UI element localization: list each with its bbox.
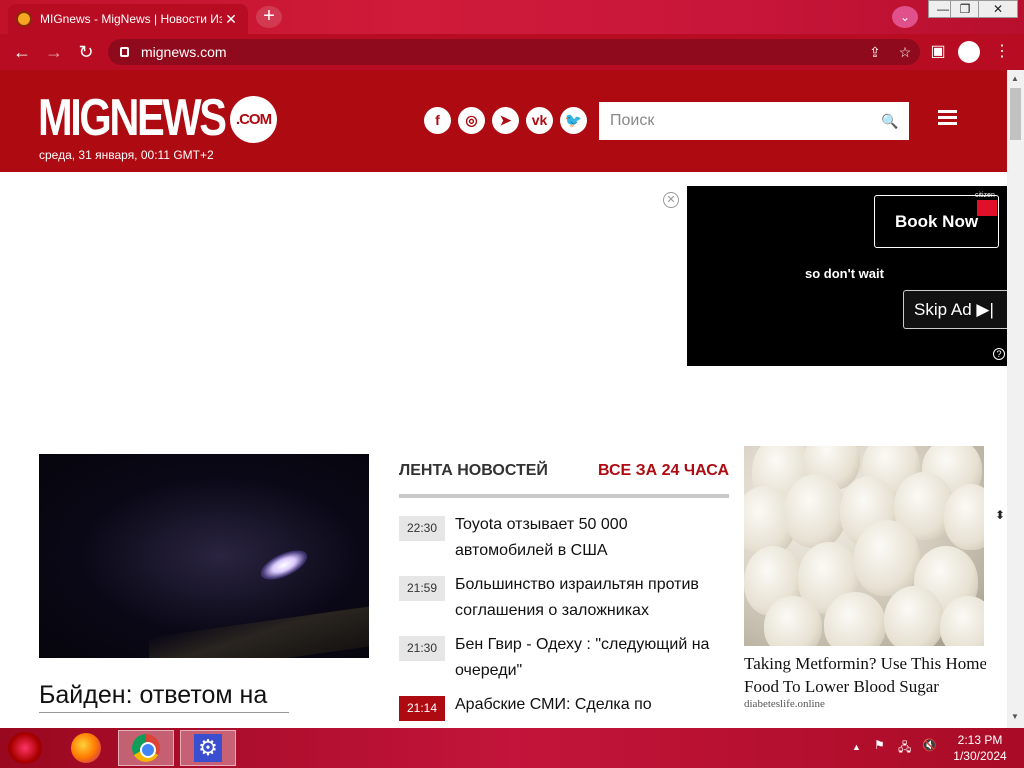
taskbar-settings[interactable]: ⚙: [180, 730, 236, 766]
forward-arrow-icon[interactable]: →: [42, 40, 66, 64]
facebook-icon[interactable]: f: [424, 107, 451, 134]
social-links: f ◎ ➤ vk 🐦: [424, 107, 587, 134]
search-icon[interactable]: 🔍: [871, 102, 909, 140]
side-panel-icon[interactable]: ▣: [926, 40, 950, 64]
windows-taskbar: ⚙ ▲ ⚑ 🖧 🔇 2:13 PM 1/30/2024: [0, 728, 1024, 768]
sponsored-article-source: diabeteslife.online: [744, 698, 825, 710]
hero-image-ground: [149, 606, 369, 658]
resize-handle-icon[interactable]: ⬍: [995, 508, 1005, 522]
scroll-thumb[interactable]: [1010, 88, 1021, 140]
mignews-favicon-icon: [16, 11, 32, 27]
news-feed-headline[interactable]: Большинство израильтян против соглашения…: [455, 572, 727, 624]
clock-time: 2:13 PM: [957, 733, 1003, 747]
lock-icon[interactable]: [120, 47, 129, 57]
tray-flag-icon[interactable]: ⚑: [874, 738, 885, 752]
instagram-icon[interactable]: ◎: [458, 107, 485, 134]
start-button[interactable]: [8, 732, 42, 764]
taskbar-chrome[interactable]: [118, 730, 174, 766]
news-feed-all-link[interactable]: ВСЕ ЗА 24 ЧАСА: [598, 462, 729, 480]
ad-help-icon[interactable]: ?: [993, 348, 1005, 360]
sponsored-title-line-2[interactable]: Food To Lower Blood Sugar: [744, 675, 986, 698]
hamburger-menu-icon[interactable]: [938, 110, 957, 126]
sponsored-title-line-1[interactable]: Taking Metformin? Use This Home: [744, 652, 986, 675]
hero-article-image[interactable]: [39, 454, 369, 658]
new-tab-button[interactable]: +: [256, 6, 282, 28]
search-input[interactable]: [599, 103, 871, 139]
news-feed-header: ЛЕНТА НОВОСТЕЙ ВСЕ ЗА 24 ЧАСА: [399, 462, 729, 498]
share-icon[interactable]: ⇪: [860, 44, 890, 61]
ad-skip-button[interactable]: Skip Ad ▶|: [903, 290, 1007, 329]
page-scrollbar[interactable]: ▲ ▼: [1007, 70, 1024, 728]
reload-icon[interactable]: ↻: [74, 40, 98, 64]
sponsored-article-image[interactable]: [744, 446, 984, 646]
site-date: среда, 31 января, 00:11 GMT+2: [39, 148, 214, 162]
scroll-up-arrow-icon[interactable]: ▲: [1011, 74, 1019, 83]
news-feed-time: 21:59: [399, 576, 445, 601]
tab-close-icon[interactable]: ✕: [222, 11, 240, 28]
browser-toolbar: ← → ↻ mignews.com ⇪ ☆ ▣ ⋮: [0, 34, 1024, 70]
tab-search-button[interactable]: ⌄: [892, 6, 918, 28]
news-feed-time: 21:14: [399, 696, 445, 721]
ad-book-now-button[interactable]: Book Now: [874, 195, 999, 248]
browser-tab-strip: MIGnews - MigNews | Новости Израиля ✕ + …: [0, 0, 1024, 34]
sponsored-article-title[interactable]: Taking Metformin? Use This Home Food To …: [744, 652, 986, 698]
hero-image-flare: [256, 544, 312, 586]
chrome-icon: [132, 734, 160, 762]
telegram-icon[interactable]: ➤: [492, 107, 519, 134]
bookmark-star-icon[interactable]: ☆: [890, 44, 920, 61]
browser-menu-icon[interactable]: ⋮: [990, 40, 1014, 64]
tab-title: MIGnews - MigNews | Новости Израиля: [40, 12, 222, 26]
back-arrow-icon[interactable]: ←: [10, 40, 34, 64]
news-feed-headline[interactable]: Toyota отзывает 50 000 автомобилей в США: [455, 512, 727, 564]
news-feed-time: 21:30: [399, 636, 445, 661]
ad-caption: so don't wait: [805, 266, 884, 281]
site-logo-com[interactable]: .COM: [230, 96, 277, 143]
scroll-down-arrow-icon[interactable]: ▼: [1011, 712, 1019, 721]
vk-icon[interactable]: vk: [526, 107, 553, 134]
window-close-button[interactable]: ✕: [978, 0, 1018, 18]
news-feed-headline[interactable]: Бен Гвир - Одеху : "следующий на очереди…: [455, 632, 727, 684]
window-restore-button[interactable]: ❐: [950, 0, 980, 18]
twitter-icon[interactable]: 🐦: [560, 107, 587, 134]
news-feed-headline[interactable]: Арабские СМИ: Сделка по: [455, 692, 727, 718]
news-feed-label: ЛЕНТА НОВОСТЕЙ: [399, 462, 548, 479]
taskbar-firefox[interactable]: [58, 730, 114, 766]
gear-icon: ⚙: [194, 734, 222, 762]
video-ad[interactable]: citizen Book Now so don't wait Skip Ad ▶…: [687, 186, 1007, 366]
ad-close-icon[interactable]: ✕: [663, 192, 679, 208]
site-header: MIGNEWS .COM среда, 31 января, 00:11 GMT…: [0, 70, 1007, 172]
site-logo[interactable]: MIGNEWS: [38, 92, 227, 144]
tray-overflow-icon[interactable]: ▲: [852, 742, 861, 752]
news-feed-time: 22:30: [399, 516, 445, 541]
clock-date: 1/30/2024: [953, 749, 1007, 763]
browser-tab-active[interactable]: MIGnews - MigNews | Новости Израиля ✕: [8, 4, 248, 34]
url-text[interactable]: mignews.com: [141, 44, 860, 60]
profile-avatar-icon[interactable]: [958, 41, 980, 63]
firefox-icon: [71, 733, 101, 763]
address-bar[interactable]: mignews.com ⇪ ☆: [108, 39, 920, 65]
search-box: 🔍: [599, 102, 909, 140]
hero-article-title[interactable]: Байден: ответом на: [39, 681, 289, 713]
tray-network-icon[interactable]: 🖧: [898, 738, 911, 759]
taskbar-clock[interactable]: 2:13 PM 1/30/2024: [950, 732, 1010, 764]
tray-volume-icon[interactable]: 🔇: [922, 738, 937, 752]
